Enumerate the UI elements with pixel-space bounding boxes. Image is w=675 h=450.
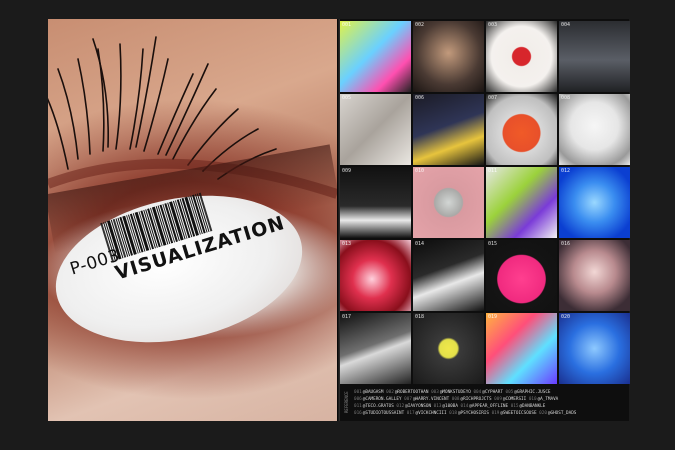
tile-number: 004 [561, 22, 571, 28]
credit-row: 006@CAMERON.GALLEY 007@HARRY.VINCENT 008… [354, 397, 558, 402]
credit-handle: @PSYCHOSIRIS [457, 411, 489, 416]
credit-handle: @HARRY.VINCENT [412, 397, 450, 402]
artwork-tile: 002 [413, 21, 484, 92]
credit-number: 020 [539, 411, 547, 416]
artwork-tile: 014 [413, 240, 484, 311]
credit-handle: @CYPHART [482, 390, 503, 395]
tile-number: 001 [342, 22, 352, 28]
credit-number: 003 [431, 390, 439, 395]
credit-row: 016@STUDIOTOUSSAINT 017@VICKCHNCIII 018@… [354, 411, 576, 416]
artwork-tile: 010 [413, 167, 484, 238]
credit-handle: @BAUGASM [362, 390, 384, 395]
credit-number: 012 [396, 404, 405, 409]
artwork-tile: 007 [486, 94, 557, 165]
credit-handle: @SWEETOICSOUSE [500, 411, 537, 416]
artwork-tile: 003 [486, 21, 557, 92]
artwork-tile: 019 [486, 313, 557, 384]
tile-number: 006 [415, 95, 425, 101]
credit-number: 009 [494, 397, 502, 402]
credit-handle: @RICHPROJCTS [460, 397, 492, 402]
artwork-tile: 020 [559, 313, 630, 384]
tile-number: 016 [561, 241, 571, 247]
tile-number: 002 [415, 22, 425, 28]
tile-number: 020 [561, 314, 571, 320]
artwork-tile: 016 [559, 240, 630, 311]
credit-number: 017 [406, 411, 415, 416]
tile-number: 012 [561, 168, 571, 174]
artwork-tile: 001 [340, 21, 411, 92]
artwork-tile: 009 [340, 167, 411, 238]
tile-number: 003 [488, 22, 498, 28]
credit-handle: @COMERSII [502, 397, 527, 402]
credit-handle: @IAVYONSON [405, 404, 432, 409]
credit-handle: @VICKCHNCIII [415, 411, 447, 416]
credit-handle: @GRAPHIC.JUSCE [514, 390, 551, 395]
artwork-tile: 015 [486, 240, 557, 311]
tile-number: 005 [342, 95, 352, 101]
credit-number: 007 [404, 397, 412, 402]
credit-number: 019 [491, 411, 500, 416]
credit-number: 004 [473, 390, 482, 395]
credit-number: 016 [354, 411, 362, 416]
tile-number: 019 [488, 314, 498, 320]
credit-handle: @100BA [442, 404, 458, 409]
tile-number: 018 [415, 314, 425, 320]
credit-handle: @A_TMAVA [537, 397, 559, 402]
artwork-tile: 013 [340, 240, 411, 311]
artwork-grid: 001 002 003 004 005 006 007 008 009 010 011 012 013 0… [340, 21, 630, 384]
credit-number: 008 [451, 397, 460, 402]
credit-number: 002 [386, 390, 394, 395]
credit-handle: @STUDIOTOUSSAINT [362, 411, 405, 416]
artwork-tile: 018 [413, 313, 484, 384]
tile-number: 013 [342, 241, 352, 247]
right-page-grid: 001 002 003 004 005 006 007 008 009 010 011 012 013 0… [340, 19, 630, 421]
tile-number: 007 [488, 95, 498, 101]
tile-number: 014 [415, 241, 425, 247]
artwork-tile: 012 [559, 167, 630, 238]
credit-number: 015 [510, 404, 519, 409]
credit-handle: @MONKSTUDEYO [439, 390, 471, 395]
credits-block: REFERENCE 001@BAUGASM 002@ROBERTOOTHAN 0… [344, 387, 626, 419]
artwork-tile: 008 [559, 94, 630, 165]
credit-handle: @ROBERTOOTHAN [394, 390, 429, 395]
credit-number: 006 [354, 397, 362, 402]
tile-number: 010 [415, 168, 425, 174]
credit-number: 001 [354, 390, 362, 395]
credit-number: 018 [449, 411, 457, 416]
credit-handle: @GHOST_DADS [547, 411, 577, 416]
artwork-tile: 004 [559, 21, 630, 92]
credit-number: 005 [505, 390, 514, 395]
artwork-tile: 006 [413, 94, 484, 165]
credit-row: 011@TECO.GRATOS 012@IAVYONSON 013@100BA … [354, 404, 545, 409]
artwork-tile: 017 [340, 313, 411, 384]
reference-label: REFERENCE [344, 391, 349, 413]
tile-number: 008 [561, 95, 571, 101]
left-page-eye-photo: P-003 VISUALIZATION [48, 19, 337, 421]
tile-number: 017 [342, 314, 352, 320]
credit-handle: @DANBANKLE [519, 404, 546, 409]
credit-handle: @TECO.GRATOS [362, 404, 394, 409]
credit-number: 010 [528, 397, 537, 402]
credit-row: 001@BAUGASM 002@ROBERTOOTHAN 003@MONKSTU… [354, 390, 551, 395]
credit-handle: @APPEAR_OFFLINE [469, 404, 509, 409]
artwork-tile: 005 [340, 94, 411, 165]
credit-number: 014 [460, 404, 469, 409]
tile-number: 015 [488, 241, 498, 247]
tile-number: 011 [488, 168, 498, 174]
artwork-tile: 011 [486, 167, 557, 238]
tile-number: 009 [342, 168, 352, 174]
credit-handle: @CAMERON.GALLEY [362, 397, 402, 402]
credit-number: 013 [433, 404, 442, 409]
credit-number: 011 [354, 404, 362, 409]
magazine-spread: P-003 VISUALIZATION 001 002 003 004 005 006 00… [48, 19, 630, 421]
